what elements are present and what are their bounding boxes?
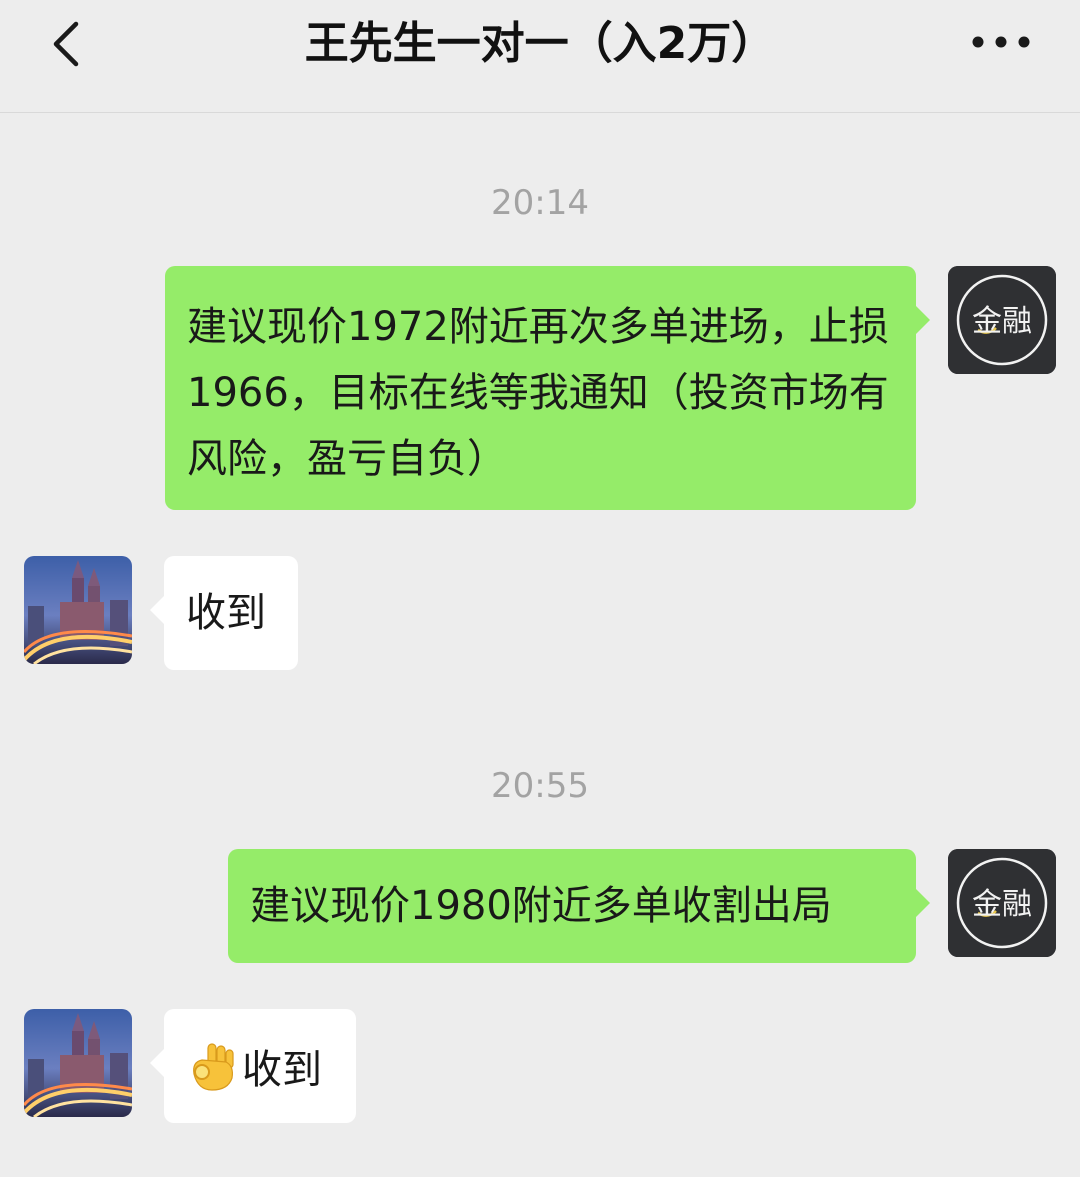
message-timestamp: 20:14 [491, 183, 589, 223]
more-options-button[interactable] [966, 22, 1036, 62]
contact-avatar[interactable] [24, 1009, 132, 1117]
finance-logo-icon: 金融 [948, 266, 1056, 374]
city-photo-icon [24, 556, 132, 664]
finance-logo-icon: 金融 [948, 849, 1056, 957]
chevron-left-icon [53, 21, 79, 67]
chat-header: 王先生一对一（入2万） [0, 0, 1080, 113]
sent-message-bubble[interactable]: 建议现价1972附近再次多单进场，止损1966，目标在线等我通知（投资市场有风险… [165, 266, 930, 510]
city-photo-icon [24, 1009, 132, 1117]
self-avatar[interactable]: 金融 [948, 266, 1056, 374]
more-dots-icon [972, 36, 1030, 48]
message-text: 收到 [186, 590, 266, 636]
message-text: 建议现价1972附近再次多单进场，止损1966，目标在线等我通知（投资市场有风险… [187, 304, 889, 482]
avatar-label: 金融 [972, 304, 1032, 339]
avatar-label: 金融 [972, 887, 1032, 922]
received-message-bubble[interactable]: 收到 [150, 556, 298, 670]
back-button[interactable] [38, 14, 98, 74]
message-timestamp: 20:55 [491, 766, 589, 806]
contact-avatar[interactable] [24, 556, 132, 664]
sent-message-bubble[interactable]: 建议现价1980附近多单收割出局 [228, 849, 930, 963]
message-text: 建议现价1980附近多单收割出局 [250, 883, 832, 929]
received-message-bubble[interactable]: 收到 [150, 1009, 356, 1123]
chat-title: 王先生一对一（入2万） [304, 18, 776, 69]
self-avatar[interactable]: 金融 [948, 849, 1056, 957]
ok-hand-emoji-icon [186, 1040, 238, 1092]
message-text: 收到 [242, 1047, 322, 1093]
